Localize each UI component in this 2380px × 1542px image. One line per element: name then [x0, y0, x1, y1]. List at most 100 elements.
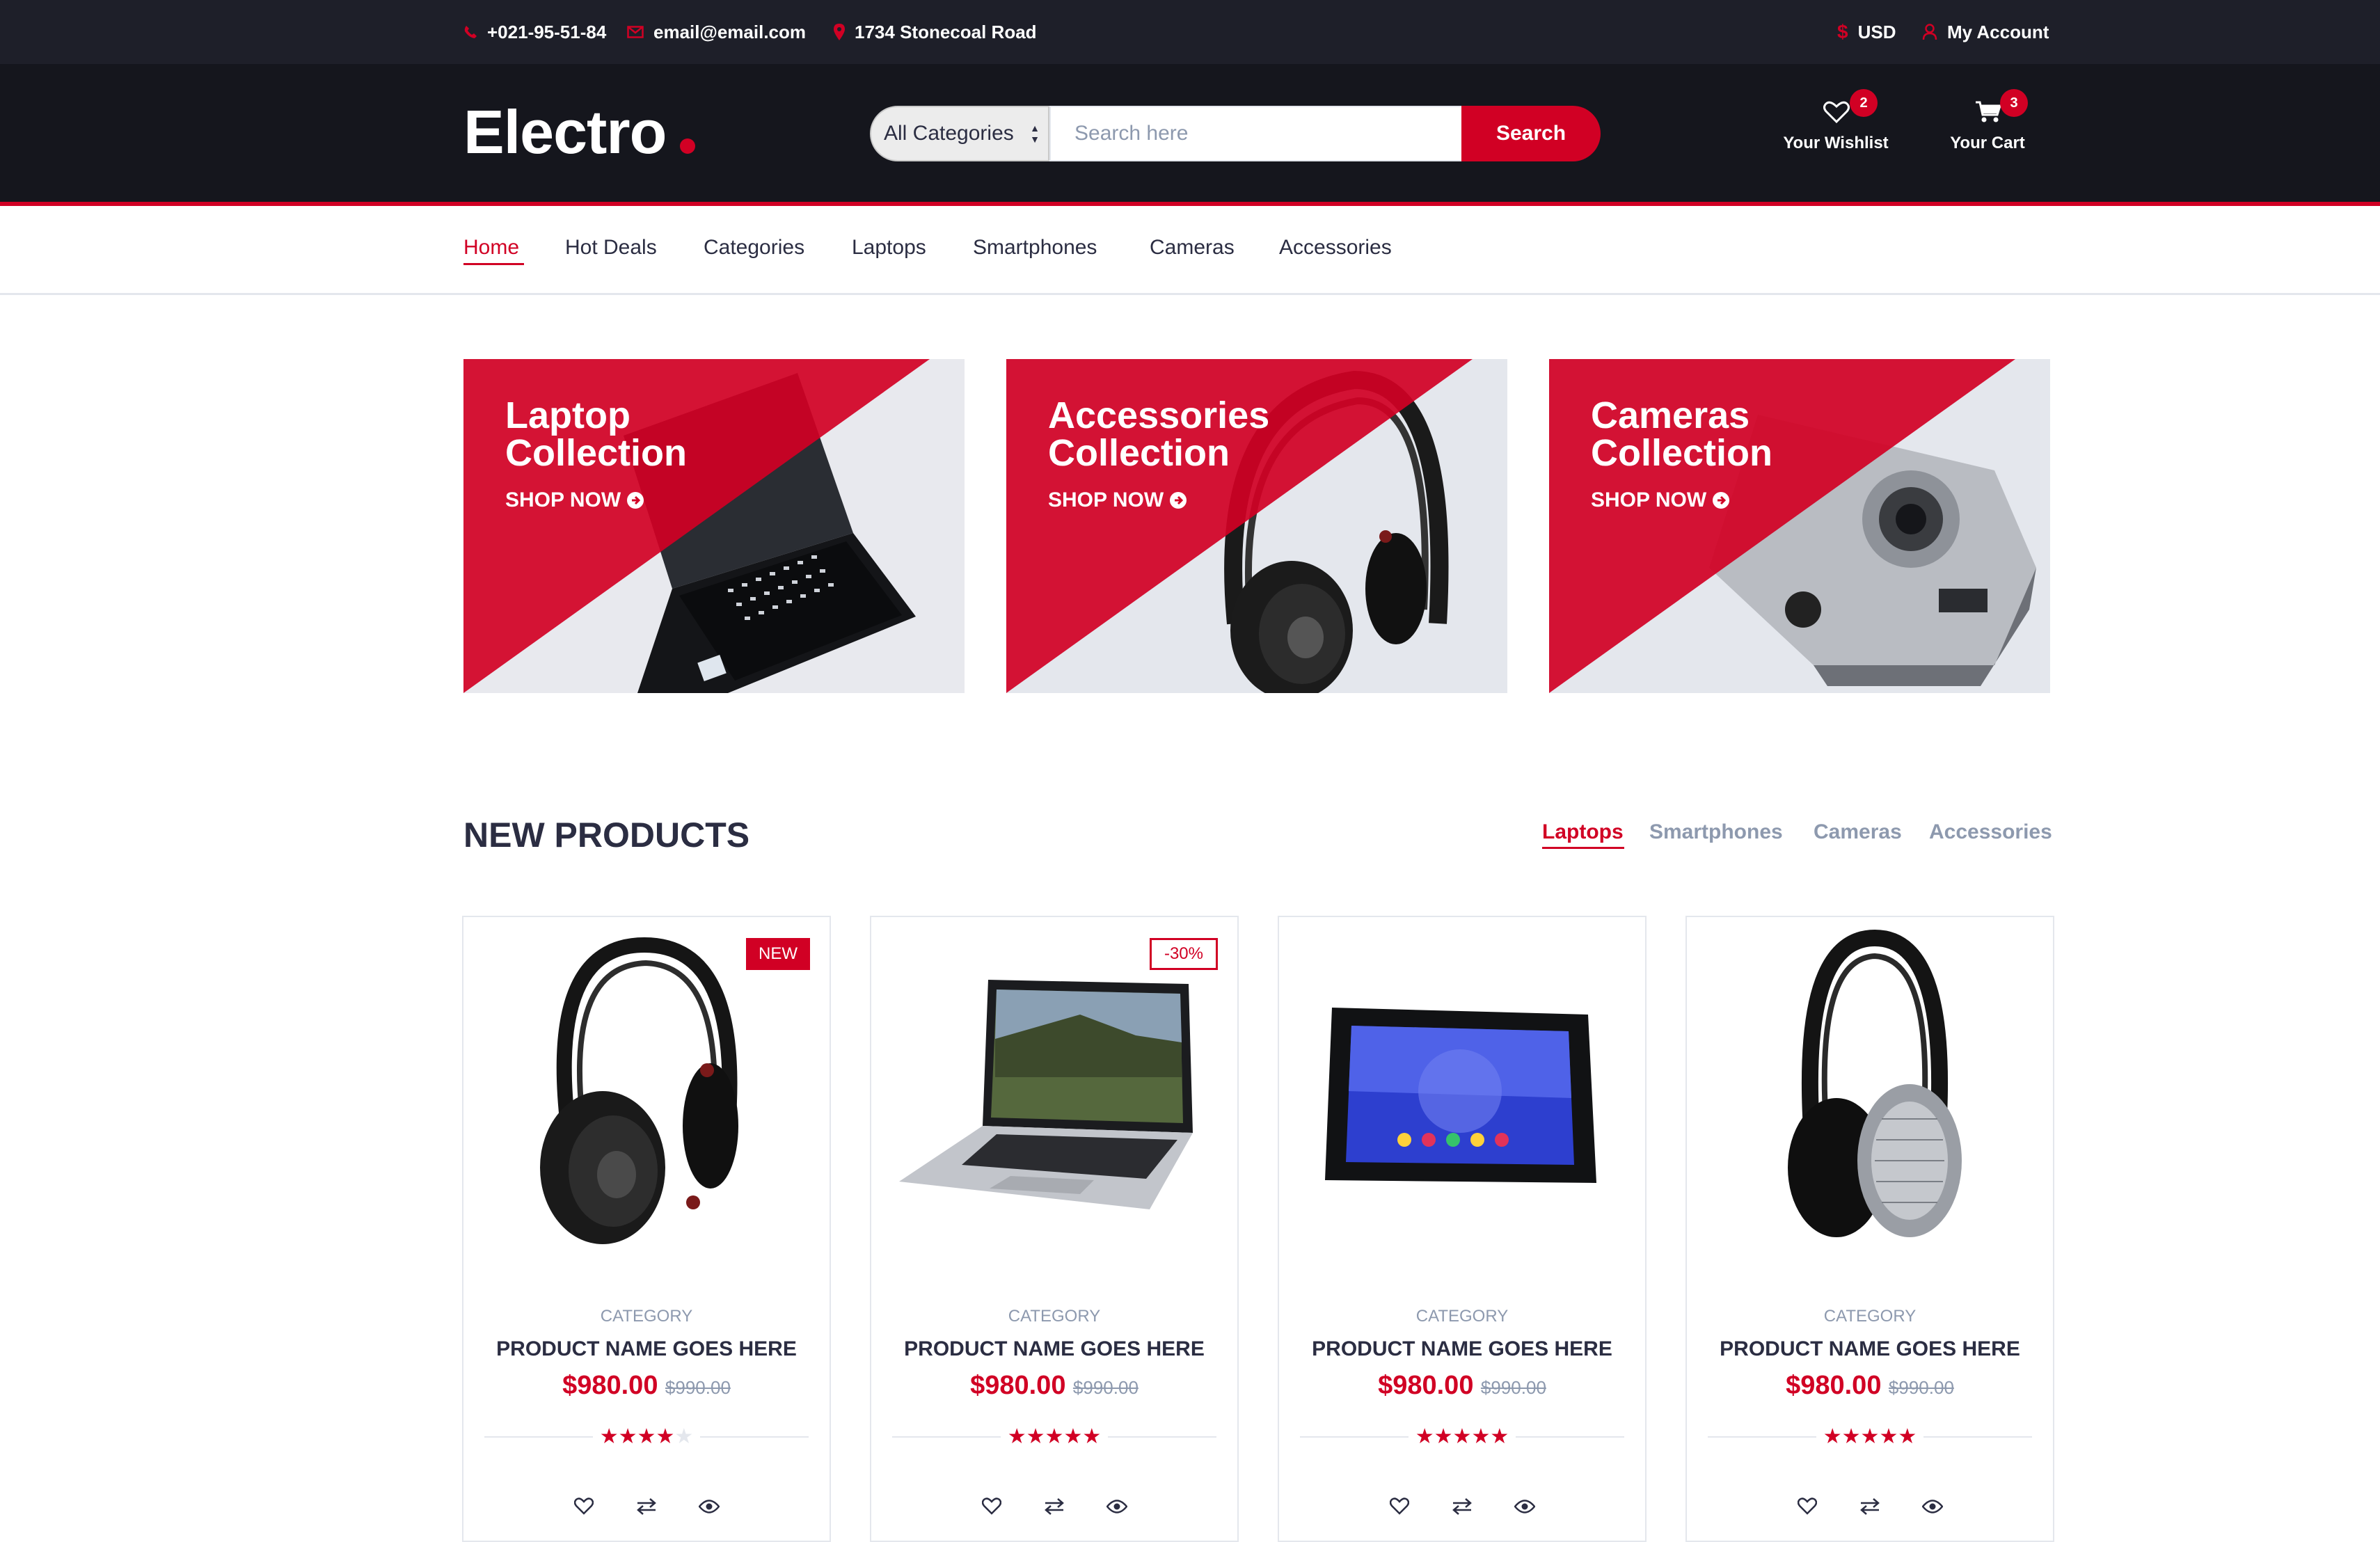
category-select[interactable]: All Categories ▲ ▼: [870, 106, 1049, 161]
quick-view-button[interactable]: [1105, 1495, 1129, 1518]
product-image: [1325, 1008, 1596, 1183]
product-old-price: $990.00: [1480, 1377, 1546, 1398]
product-rating: ★★★★★: [463, 1425, 830, 1449]
product-price-row: $980.00 $990.00: [871, 1371, 1237, 1401]
product-card[interactable]: CATEGORY PRODUCT NAME GOES HERE $980.00 …: [1685, 916, 2054, 1542]
quick-view-button[interactable]: [1921, 1495, 1944, 1518]
wishlist-label: Your Wishlist: [1783, 134, 1889, 152]
header-phone-text: +021-95-51-84: [487, 21, 607, 42]
currency-selector[interactable]: $ USD: [1837, 0, 1896, 64]
product-old-price: $990.00: [665, 1377, 731, 1398]
add-to-wishlist-button[interactable]: [1795, 1495, 1819, 1518]
star-filled-icon: ★: [1452, 1425, 1472, 1449]
header-address-link[interactable]: 1734 Stonecoal Road: [834, 0, 1037, 64]
header-email-link[interactable]: email@email.com: [627, 0, 806, 64]
product-price-row: $980.00 $990.00: [1279, 1371, 1645, 1401]
star-filled-icon: ★: [1898, 1425, 1917, 1449]
tab-laptops[interactable]: Laptops: [1542, 818, 1624, 846]
product-price: $980.00: [562, 1371, 658, 1400]
product-old-price: $990.00: [1072, 1377, 1139, 1398]
product-sale-label: -30%: [1149, 938, 1218, 970]
shop-banner-laptop[interactable]: Laptop Collection SHOP NOW: [463, 359, 965, 693]
wishlist-count-badge: 2: [1850, 89, 1878, 117]
product-new-label: NEW: [746, 938, 810, 970]
shop-banner-accessories[interactable]: Accessories Collection SHOP NOW: [1006, 359, 1507, 693]
product-rating: ★★★★★: [871, 1425, 1237, 1449]
tab-cameras[interactable]: Cameras: [1814, 818, 1902, 846]
product-image: [1788, 929, 1962, 1237]
add-to-wishlist-button[interactable]: [572, 1495, 596, 1518]
shop-now-link[interactable]: SHOP NOW: [1591, 488, 1730, 512]
star-filled-icon: ★: [599, 1425, 619, 1449]
search-placeholder: Search here: [1074, 122, 1189, 145]
star-filled-icon: ★: [1082, 1425, 1102, 1449]
nav-laptops[interactable]: Laptops: [852, 234, 926, 262]
nav-active-underline: [463, 263, 524, 265]
product-rating: ★★★★★: [1279, 1425, 1645, 1449]
shop-now-link[interactable]: SHOP NOW: [1048, 488, 1187, 512]
product-actions: [871, 1495, 1237, 1518]
product-name[interactable]: PRODUCT NAME GOES HERE: [871, 1337, 1237, 1361]
eye-icon: [699, 1500, 720, 1513]
my-account-link[interactable]: My Account: [1922, 0, 2049, 64]
product-price-row: $980.00 $990.00: [463, 1371, 830, 1401]
dollar-icon: $: [1837, 21, 1848, 42]
search-button[interactable]: Search: [1461, 106, 1601, 161]
tab-active-underline: [1542, 847, 1624, 849]
product-price: $980.00: [1378, 1371, 1474, 1400]
add-to-compare-button[interactable]: [1042, 1495, 1066, 1518]
add-to-compare-button[interactable]: [1450, 1495, 1474, 1518]
quick-view-button[interactable]: [1513, 1495, 1537, 1518]
nav-hot-deals[interactable]: Hot Deals: [565, 234, 657, 262]
add-to-wishlist-button[interactable]: [1388, 1495, 1411, 1518]
shop-banner-cameras[interactable]: Cameras Collection SHOP NOW: [1549, 359, 2050, 693]
shop-now-link[interactable]: SHOP NOW: [505, 488, 644, 512]
arrow-circle-right-icon: [627, 492, 644, 509]
product-category: CATEGORY: [600, 1307, 693, 1326]
exchange-icon: [1045, 1498, 1064, 1515]
heart-icon: [1823, 101, 1850, 124]
tab-smartphones[interactable]: Smartphones: [1649, 818, 1783, 846]
nav-accessories[interactable]: Accessories: [1279, 234, 1392, 262]
arrow-circle-right-icon: [1170, 492, 1187, 509]
exchange-icon: [1452, 1498, 1472, 1515]
product-actions: [463, 1495, 830, 1518]
wishlist-link[interactable]: 2 Your Wishlist: [1766, 89, 1905, 168]
heart-icon: [1390, 1497, 1409, 1515]
header-phone-link[interactable]: +021-95-51-84: [463, 0, 606, 64]
product-old-price: $990.00: [1888, 1377, 1954, 1398]
add-to-compare-button[interactable]: [1858, 1495, 1882, 1518]
product-name[interactable]: PRODUCT NAME GOES HERE: [1687, 1337, 2053, 1361]
product-card[interactable]: CATEGORY PRODUCT NAME GOES HERE $980.00 …: [1278, 916, 1647, 1542]
product-card[interactable]: NEW CATEGORY PRODUCT NAME GOES HERE $980…: [462, 916, 831, 1542]
main-navigation: Home Hot Deals Categories Laptops Smartp…: [0, 206, 2380, 295]
search-input[interactable]: Search here: [1049, 106, 1463, 161]
nav-cameras[interactable]: Cameras: [1150, 234, 1235, 262]
exchange-icon: [637, 1498, 656, 1515]
product-card[interactable]: -30% CATEGORY PRODUCT NAME GOES HERE $98…: [870, 916, 1239, 1542]
logo[interactable]: Electro: [463, 97, 667, 167]
star-filled-icon: ★: [618, 1425, 637, 1449]
map-marker-icon: [834, 24, 845, 40]
nav-home[interactable]: Home: [463, 234, 519, 262]
product-actions: [1279, 1495, 1645, 1518]
quick-view-button[interactable]: [697, 1495, 721, 1518]
star-filled-icon: ★: [1063, 1425, 1083, 1449]
product-name[interactable]: PRODUCT NAME GOES HERE: [1279, 1337, 1645, 1361]
star-filled-icon: ★: [1415, 1425, 1434, 1449]
star-filled-icon: ★: [1841, 1425, 1861, 1449]
star-filled-icon: ★: [1860, 1425, 1880, 1449]
heart-icon: [1798, 1497, 1817, 1515]
nav-categories[interactable]: Categories: [704, 234, 804, 262]
product-name[interactable]: PRODUCT NAME GOES HERE: [463, 1337, 830, 1361]
cart-link[interactable]: 3 Your Cart: [1918, 89, 2057, 168]
tab-accessories[interactable]: Accessories: [1929, 818, 2052, 846]
arrow-circle-right-icon: [1713, 492, 1730, 509]
add-to-wishlist-button[interactable]: [980, 1495, 1003, 1518]
star-filled-icon: ★: [1045, 1425, 1064, 1449]
user-icon: [1922, 24, 1937, 40]
nav-smartphones[interactable]: Smartphones: [973, 234, 1097, 262]
star-filled-icon: ★: [1471, 1425, 1491, 1449]
star-filled-icon: ★: [656, 1425, 675, 1449]
add-to-compare-button[interactable]: [635, 1495, 658, 1518]
